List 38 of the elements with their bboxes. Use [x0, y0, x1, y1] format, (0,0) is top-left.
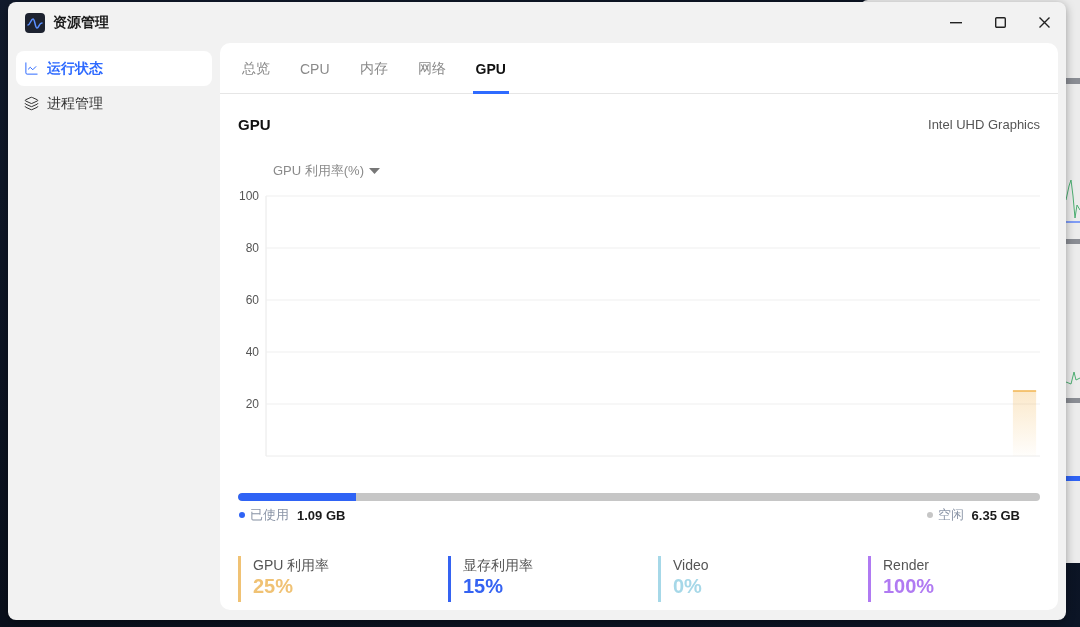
sidebar-item[interactable]: 运行状态 [16, 51, 212, 86]
minimize-icon [950, 21, 962, 24]
stat-label: 显存利用率 [463, 556, 533, 574]
legend-dot-icon [926, 512, 933, 518]
tab[interactable]: 内存 [356, 43, 391, 94]
window-title: 资源管理 [53, 13, 109, 32]
axis-tick-label: 20 [245, 397, 259, 411]
stat-value: 100% [883, 575, 935, 598]
section-heading: GPU [238, 115, 271, 133]
caret-down-icon [369, 168, 380, 174]
app-logo-icon [25, 12, 45, 33]
tab[interactable]: GPU [472, 43, 509, 94]
stat-value: 0% [673, 575, 703, 598]
axis-tick-label: 80 [245, 241, 259, 255]
line-chart-icon [24, 61, 39, 76]
legend-label: 空闲 [937, 506, 964, 524]
tab[interactable]: CPU [297, 43, 333, 94]
tab[interactable]: 网络 [414, 43, 449, 94]
axis-tick-label: 60 [245, 293, 259, 307]
legend-value: 1.09 GB [297, 507, 346, 523]
stat-label: Render [883, 556, 930, 574]
maximize-icon [994, 17, 1006, 28]
legend-dot-icon [239, 512, 245, 518]
stat-value: 15% [463, 575, 505, 598]
stat-value: 25% [253, 575, 295, 598]
close-icon [1038, 17, 1050, 28]
layers-icon [24, 96, 39, 111]
legend-value: 6.35 GB [971, 507, 1020, 523]
axis-tick-label: 100 [238, 189, 259, 203]
device-name: Intel UHD Graphics [928, 116, 1040, 132]
stat-label: GPU 利用率 [253, 556, 330, 574]
metric-dropdown[interactable]: GPU 利用率(%) [271, 162, 382, 180]
sidebar-item[interactable]: 进程管理 [16, 86, 212, 121]
usage-area [1012, 391, 1037, 456]
axis-tick-label: 40 [245, 345, 259, 359]
stat-label: Video [673, 556, 709, 574]
legend-label: 已使用 [250, 506, 289, 524]
tab[interactable]: 总览 [239, 43, 273, 94]
